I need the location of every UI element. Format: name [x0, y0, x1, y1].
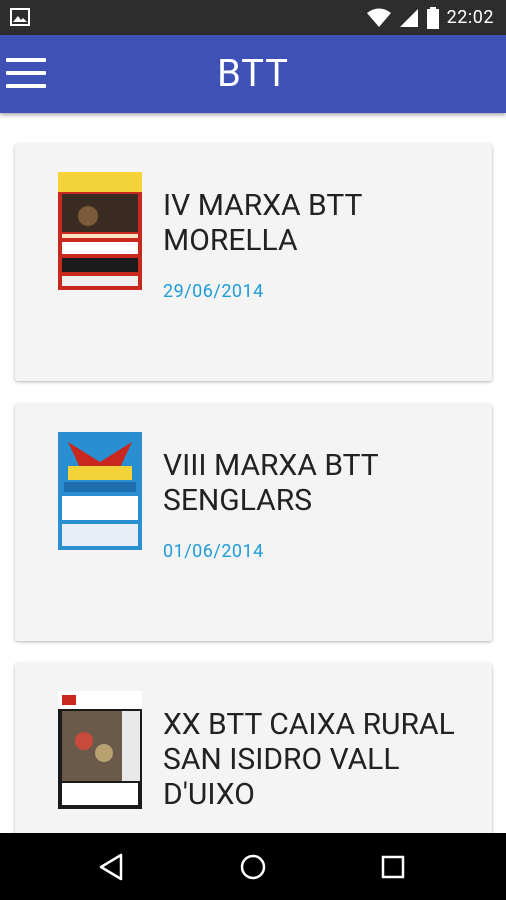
battery-icon	[426, 6, 439, 29]
status-time: 22:02	[446, 7, 494, 28]
page-title: BTT	[217, 52, 289, 96]
event-title: IV MARXA BTT MORELLA	[163, 188, 362, 258]
event-date: 29/06/2014	[163, 281, 264, 302]
app-bar: BTT	[0, 35, 506, 113]
navigation-bar	[0, 833, 506, 900]
event-card[interactable]: XX BTT CAIXA RURAL SAN ISIDRO VALL D'UIX…	[15, 663, 492, 833]
event-list[interactable]: IV MARXA BTT MORELLA 29/06/2014 VIII MAR…	[0, 113, 506, 833]
wifi-icon	[366, 8, 391, 27]
event-date: 01/06/2014	[163, 541, 264, 562]
event-poster-image	[58, 691, 142, 809]
event-title: VIII MARXA BTT SENGLARS	[163, 448, 379, 518]
back-icon[interactable]	[95, 850, 129, 884]
status-bar: 22:02	[0, 0, 506, 35]
event-title: XX BTT CAIXA RURAL SAN ISIDRO VALL D'UIX…	[163, 707, 455, 812]
recents-icon[interactable]	[376, 850, 410, 884]
image-notification-icon	[10, 8, 30, 26]
event-poster-image	[58, 432, 142, 550]
event-card[interactable]: VIII MARXA BTT SENGLARS 01/06/2014	[15, 404, 492, 641]
event-card[interactable]: IV MARXA BTT MORELLA 29/06/2014	[15, 144, 492, 381]
home-icon[interactable]	[236, 850, 270, 884]
cell-signal-icon	[399, 8, 418, 27]
event-poster-image	[58, 172, 142, 290]
